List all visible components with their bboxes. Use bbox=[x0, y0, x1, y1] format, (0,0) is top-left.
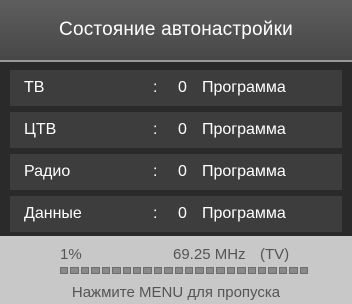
progress-segment bbox=[174, 267, 184, 274]
row-unit: Программа bbox=[202, 163, 286, 180]
progress-segment bbox=[278, 267, 288, 274]
row-colon: : bbox=[153, 205, 158, 222]
progress-segment bbox=[164, 267, 173, 274]
progress-segment bbox=[216, 267, 225, 274]
channel-row-data: Данные : 0 Программа bbox=[10, 196, 342, 232]
progress-segment bbox=[153, 267, 163, 274]
status-panel: 1% 69.25 MHz (TV) Нажмите MENU для пропу… bbox=[0, 236, 352, 304]
progress-segment bbox=[299, 267, 309, 274]
progress-segment bbox=[258, 267, 267, 274]
progress-segment bbox=[80, 267, 90, 274]
progress-segment bbox=[91, 267, 100, 274]
row-count: 0 bbox=[178, 79, 187, 96]
row-colon: : bbox=[153, 163, 158, 180]
progress-segment bbox=[143, 267, 152, 274]
progress-segment bbox=[268, 267, 277, 274]
row-count: 0 bbox=[178, 163, 187, 180]
row-count: 0 bbox=[178, 205, 187, 222]
row-label: ТВ bbox=[24, 79, 45, 96]
progress-segment bbox=[132, 267, 142, 274]
channel-row-tv: ТВ : 0 Программа bbox=[10, 70, 342, 106]
progress-segment bbox=[101, 267, 111, 274]
title-bar: Состояние автонастройки bbox=[0, 0, 352, 62]
osd-title: Состояние автонастройки bbox=[59, 19, 293, 40]
progress-segment bbox=[185, 267, 194, 274]
progress-segment bbox=[70, 267, 79, 274]
row-label: Радио bbox=[24, 163, 71, 180]
row-label: ЦТВ bbox=[24, 121, 57, 138]
progress-segment bbox=[237, 267, 246, 274]
progress-segment bbox=[122, 267, 131, 274]
source-label: (TV) bbox=[260, 246, 290, 263]
row-unit: Программа bbox=[202, 205, 286, 222]
row-colon: : bbox=[153, 121, 158, 138]
progress-segment bbox=[112, 267, 121, 274]
progress-segment bbox=[195, 267, 204, 274]
progress-segment bbox=[247, 267, 257, 274]
frequency-readout: 69.25 MHz bbox=[173, 246, 246, 263]
progress-segment bbox=[226, 267, 236, 274]
row-unit: Программа bbox=[202, 121, 286, 138]
progress-segment bbox=[60, 267, 69, 274]
row-unit: Программа bbox=[202, 79, 286, 96]
progress-bar bbox=[60, 267, 309, 274]
auto-tuning-osd: Состояние автонастройки ТВ : 0 Программа… bbox=[0, 0, 352, 304]
progress-segment bbox=[289, 267, 298, 274]
progress-percent: 1% bbox=[60, 246, 82, 263]
row-label: Данные bbox=[24, 205, 82, 222]
channel-row-dtv: ЦТВ : 0 Программа bbox=[10, 112, 342, 148]
skip-hint: Нажмите MENU для пропуска bbox=[71, 284, 281, 301]
progress-segment bbox=[205, 267, 215, 274]
channel-row-radio: Радио : 0 Программа bbox=[10, 154, 342, 190]
row-colon: : bbox=[153, 79, 158, 96]
row-count: 0 bbox=[178, 121, 187, 138]
